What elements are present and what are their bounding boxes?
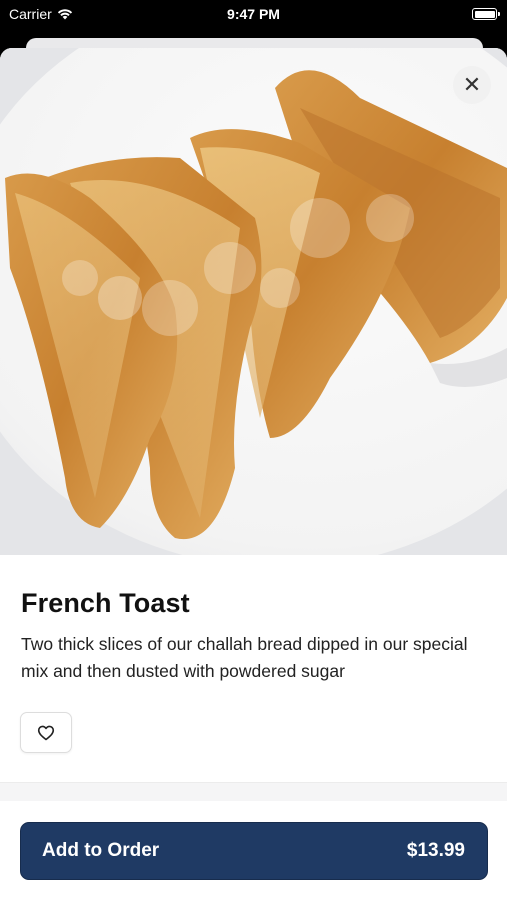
favorite-button[interactable] [20, 712, 72, 753]
close-icon: ✕ [462, 72, 482, 97]
item-title: French Toast [21, 588, 190, 618]
heart-icon [37, 725, 55, 740]
french-toast-image [0, 48, 507, 555]
status-bar: Carrier 9:47 PM [0, 0, 507, 30]
item-description: Two thick slices of our challah bread di… [21, 634, 468, 681]
add-to-order-button[interactable]: Add to Order $13.99 [20, 822, 488, 880]
add-to-order-label: Add to Order [42, 840, 160, 861]
battery-icon [472, 8, 500, 20]
clock: 9:47 PM [227, 6, 280, 22]
price-label: $13.99 [406, 840, 465, 861]
item-info: French Toast Two thick slices of our cha… [0, 555, 507, 685]
item-photo: ✕ [0, 48, 507, 555]
close-button[interactable]: ✕ [453, 66, 491, 104]
item-detail-card: ✕ French Toast Two thick slices of our c… [0, 48, 507, 900]
section-separator [0, 783, 507, 801]
